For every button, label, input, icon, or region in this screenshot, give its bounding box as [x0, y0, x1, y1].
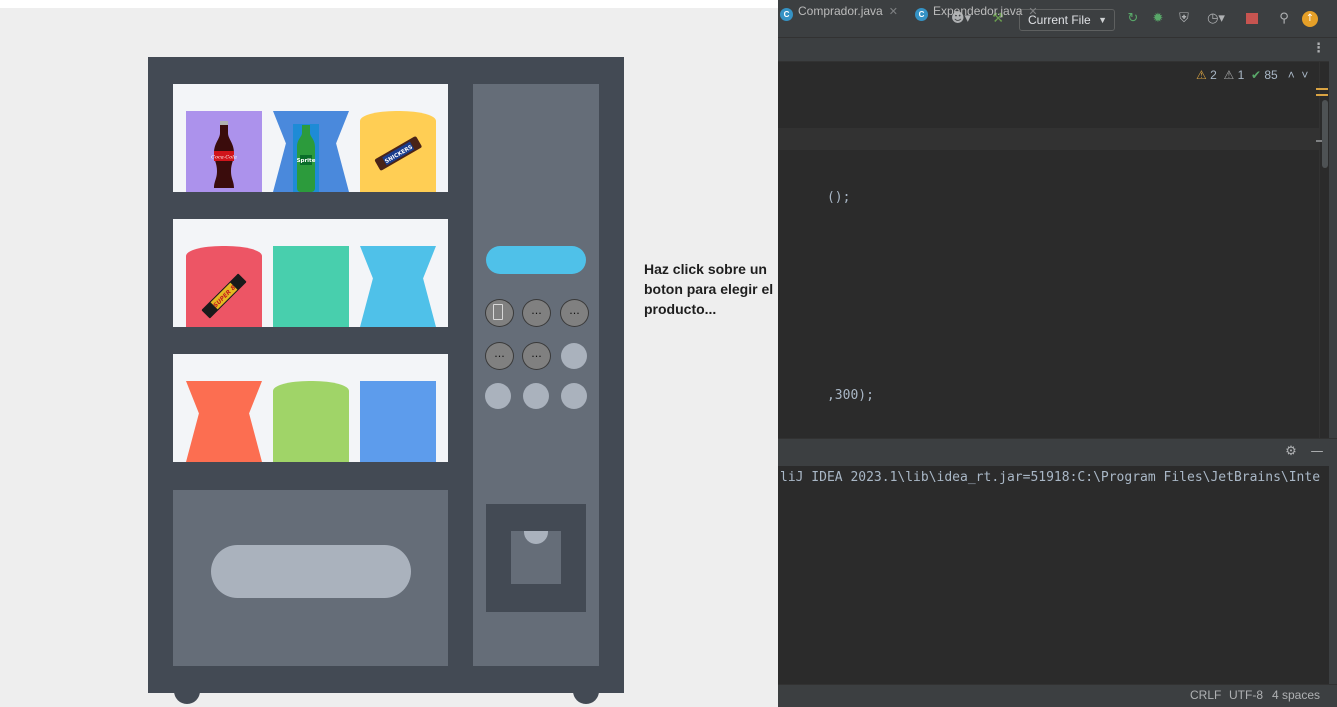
code-line: ,300); — [826, 388, 874, 403]
run-output-line: liJ IDEA 2023.1\lib\idea_rt.jar=51918:C:… — [780, 470, 1321, 485]
chevron-down-icon[interactable]: ˅ — [1301, 68, 1308, 82]
coca-cola-bottle-icon: Coca-Cola — [211, 121, 237, 188]
weak-warning-icon: ⚠ — [1223, 68, 1235, 82]
scroll-thumb[interactable] — [1322, 100, 1328, 168]
product-button-4[interactable]: ... — [485, 342, 514, 370]
java-class-icon: C — [780, 8, 793, 21]
dispense-slot — [211, 545, 411, 598]
product-slot-red: SUPER 8 — [186, 246, 262, 327]
tab-expendedor[interactable]: C Expendedor.java ✕ — [915, 0, 1038, 24]
debug-bug-icon[interactable]: ✹ — [1150, 11, 1166, 27]
chevron-up-icon[interactable]: ˄ — [1288, 68, 1295, 82]
rerun-icon[interactable]: ↻ — [1125, 11, 1141, 27]
tab-label: Expendedor.java — [933, 4, 1023, 18]
tab-comprador[interactable]: C Comprador.java ✕ — [780, 0, 898, 24]
product-slot-blue — [360, 381, 436, 462]
keypad-dot — [561, 343, 587, 369]
shelf-middle: SUPER 8 — [173, 219, 448, 327]
display-screen — [486, 246, 586, 274]
tab-label: Comprador.java — [798, 4, 883, 18]
editor-tabs — [778, 38, 1337, 62]
product-button-2[interactable]: ... — [522, 299, 551, 327]
product-slot-mint — [273, 246, 349, 327]
java-class-icon: C — [915, 8, 928, 21]
product-slot-green — [273, 381, 349, 462]
shelf-top: Coca-Cola Sprite SNICKERS — [173, 84, 448, 192]
warning-icon: ⚠ — [1196, 68, 1207, 82]
super8-bar-icon: SUPER 8 — [201, 273, 247, 319]
product-slot-purple: Coca-Cola — [186, 111, 262, 192]
run-console[interactable] — [778, 466, 1329, 664]
line-separator[interactable]: CRLF — [1190, 688, 1221, 702]
search-icon[interactable]: ⚲ — [1276, 11, 1292, 27]
keypad-dot — [523, 383, 549, 409]
window-top-strip — [0, 0, 778, 8]
chevron-down-icon: ▼ — [1098, 15, 1107, 25]
warning-marker[interactable] — [1316, 94, 1328, 96]
file-encoding[interactable]: UTF-8 — [1229, 688, 1263, 702]
svg-text:Coca-Cola: Coca-Cola — [211, 155, 237, 161]
product-slot-cyan-cup — [360, 246, 436, 327]
more-vertical-icon[interactable]: ⋮ — [1312, 38, 1325, 62]
keypad-dot — [485, 383, 511, 409]
keypad-dot — [561, 383, 587, 409]
sprite-bottle-icon: Sprite — [293, 124, 319, 192]
product-button-1[interactable] — [485, 299, 514, 327]
snickers-bar-icon: SNICKERS — [374, 136, 422, 171]
product-button-3[interactable]: ... — [560, 299, 589, 327]
update-icon[interactable]: ↑ — [1302, 11, 1318, 27]
close-icon[interactable]: ✕ — [889, 6, 898, 18]
code-line: (); — [826, 190, 851, 205]
inspection-widget[interactable]: ⚠ 2 ⚠ 1 ✔ 85 ˄ ˅ — [1196, 68, 1308, 84]
product-slot-yellow: SNICKERS — [360, 111, 436, 192]
indent-setting[interactable]: 4 spaces — [1272, 688, 1320, 702]
minimize-icon[interactable]: — — [1309, 444, 1325, 460]
stop-icon[interactable] — [1246, 13, 1258, 24]
shelf-bottom — [173, 354, 448, 462]
gear-icon[interactable]: ⚙ — [1283, 444, 1299, 460]
product-button-5[interactable]: ... — [522, 342, 551, 370]
profile-icon[interactable]: ◷▾ — [1203, 11, 1229, 27]
svg-text:Sprite: Sprite — [297, 158, 316, 164]
product-slot-blue-cup: Sprite — [273, 111, 349, 192]
close-icon[interactable]: ✕ — [1028, 6, 1037, 18]
instruction-label: Haz click sobre un boton para elegir el … — [644, 261, 774, 317]
desktop: ☻▾ ⚒ Current File ▼ ↻ ✹ ⛨ ◷▾ ⚲ ↑ C Compra… — [0, 0, 1337, 707]
current-line-highlight — [778, 128, 1319, 150]
warning-marker[interactable] — [1316, 88, 1328, 90]
tool-window-strip — [1329, 38, 1337, 688]
coverage-icon[interactable]: ⛨ — [1176, 11, 1192, 27]
run-panel-header — [778, 438, 1337, 466]
check-icon: ✔ — [1250, 68, 1261, 82]
product-slot-orange-cup — [186, 381, 262, 462]
